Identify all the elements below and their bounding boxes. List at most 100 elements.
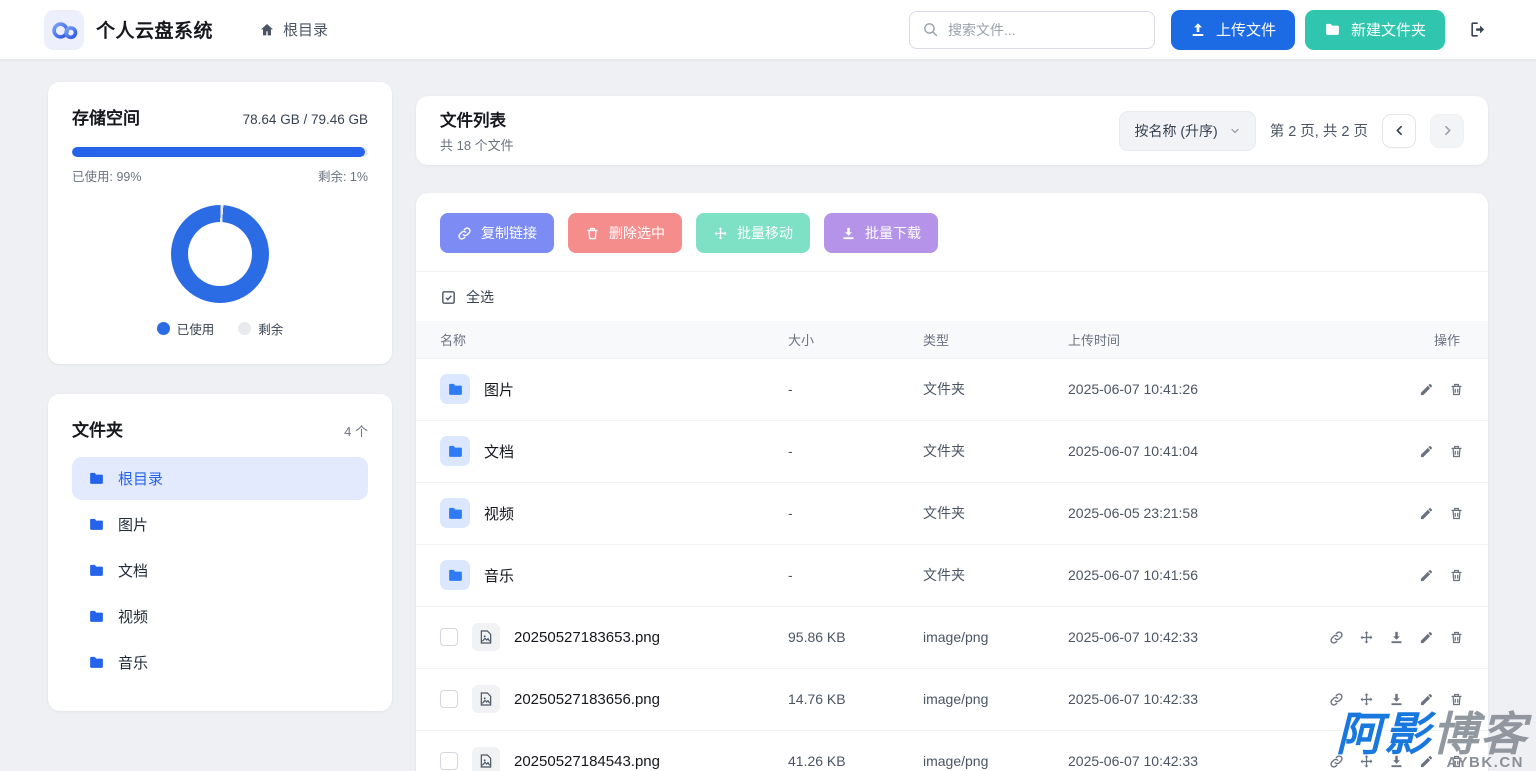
sidebar-folder-item[interactable]: 文档 (72, 549, 368, 592)
file-image-icon (472, 685, 500, 713)
row-checkbox[interactable] (440, 690, 458, 708)
table-row[interactable]: 20250527183653.png 95.86 KB image/png 20… (416, 606, 1488, 668)
file-size: - (788, 420, 923, 482)
folder-icon (440, 436, 470, 466)
sidebar-folder-item[interactable]: 根目录 (72, 457, 368, 500)
file-name[interactable]: 图片 (484, 379, 514, 400)
cloud-logo-icon (44, 10, 84, 50)
sidebar: 存储空间 78.64 GB / 79.46 GB 已使用: 99% 剩余: 1%… (48, 82, 392, 711)
delete-icon[interactable] (1449, 630, 1464, 645)
copy-link-button[interactable]: 复制链接 (440, 213, 554, 253)
new-folder-button[interactable]: 新建文件夹 (1305, 10, 1445, 50)
download-icon[interactable] (1389, 754, 1404, 769)
file-list-card: 复制链接 删除选中 批量移动 (416, 193, 1488, 771)
prev-page-button[interactable] (1382, 114, 1416, 148)
search-box[interactable] (909, 11, 1155, 49)
file-size: - (788, 544, 923, 606)
edit-icon[interactable] (1419, 754, 1434, 769)
select-all-control[interactable]: 全选 (416, 272, 1488, 321)
app-header: 个人云盘系统 根目录 上传文件 新建文件夹 (0, 0, 1536, 60)
delete-icon[interactable] (1449, 692, 1464, 707)
column-header-type: 类型 (923, 321, 1068, 358)
legend-used: 已使用 (157, 319, 215, 338)
delete-icon[interactable] (1449, 754, 1464, 769)
folder-icon (88, 470, 105, 487)
page-title: 文件列表 (440, 107, 514, 131)
storage-progress-fill (72, 147, 365, 157)
file-name[interactable]: 视频 (484, 503, 514, 524)
file-type: 文件夹 (923, 358, 1068, 420)
copy-link-icon[interactable] (1329, 630, 1344, 645)
home-icon (259, 22, 275, 38)
sidebar-folder-item[interactable]: 图片 (72, 503, 368, 546)
app-title: 个人云盘系统 (96, 16, 213, 43)
link-icon (457, 226, 472, 241)
copy-link-icon[interactable] (1329, 754, 1344, 769)
folder-icon (88, 654, 105, 671)
table-row[interactable]: 图片 - 文件夹 2025-06-07 10:41:26 (416, 358, 1488, 420)
table-row[interactable]: 视频 - 文件夹 2025-06-05 23:21:58 (416, 482, 1488, 544)
delete-icon[interactable] (1449, 382, 1464, 397)
delete-icon[interactable] (1449, 506, 1464, 521)
move-icon[interactable] (1359, 630, 1374, 645)
storage-title: 存储空间 (72, 104, 140, 129)
storage-card: 存储空间 78.64 GB / 79.46 GB 已使用: 99% 剩余: 1%… (48, 82, 392, 364)
search-input[interactable] (948, 22, 1142, 38)
upload-button[interactable]: 上传文件 (1171, 10, 1295, 50)
file-time: 2025-06-07 10:41:04 (1068, 420, 1313, 482)
table-row[interactable]: 音乐 - 文件夹 2025-06-07 10:41:56 (416, 544, 1488, 606)
row-checkbox[interactable] (440, 752, 458, 770)
edit-icon[interactable] (1419, 692, 1434, 707)
file-time: 2025-06-07 10:42:33 (1068, 668, 1313, 730)
table-row[interactable]: 20250527183656.png 14.76 KB image/png 20… (416, 668, 1488, 730)
batch-move-button[interactable]: 批量移动 (696, 213, 810, 253)
move-icon[interactable] (1359, 692, 1374, 707)
download-icon[interactable] (1389, 692, 1404, 707)
edit-icon[interactable] (1419, 506, 1434, 521)
file-time: 2025-06-07 10:41:56 (1068, 544, 1313, 606)
copy-link-icon[interactable] (1329, 692, 1344, 707)
folder-icon (440, 498, 470, 528)
file-list-header: 文件列表 共 18 个文件 按名称 (升序) 第 2 页, 共 2 页 (416, 96, 1488, 165)
file-name[interactable]: 文档 (484, 441, 514, 462)
sort-dropdown-label: 按名称 (升序) (1134, 121, 1217, 141)
folder-icon (88, 608, 105, 625)
sort-dropdown[interactable]: 按名称 (升序) (1119, 111, 1255, 151)
logout-button[interactable] (1469, 20, 1488, 39)
download-icon[interactable] (1389, 630, 1404, 645)
checkbox-checked-icon (440, 289, 457, 306)
edit-icon[interactable] (1419, 382, 1434, 397)
file-name[interactable]: 20250527183656.png (514, 691, 660, 708)
file-time: 2025-06-07 10:41:26 (1068, 358, 1313, 420)
batch-download-label: 批量下载 (865, 223, 921, 243)
folder-item-label: 视频 (118, 606, 148, 627)
file-table: 名称 大小 类型 上传时间 操作 图片 - 文件夹 202 (416, 321, 1488, 771)
table-row[interactable]: 20250527184543.png 41.26 KB image/png 20… (416, 730, 1488, 771)
file-name[interactable]: 20250527183653.png (514, 629, 660, 646)
sidebar-folder-item[interactable]: 视频 (72, 595, 368, 638)
file-name[interactable]: 20250527184543.png (514, 753, 660, 770)
delete-icon[interactable] (1449, 568, 1464, 583)
column-header-name: 名称 (416, 321, 788, 358)
move-icon[interactable] (1359, 754, 1374, 769)
brand: 个人云盘系统 (44, 10, 213, 50)
delete-icon[interactable] (1449, 444, 1464, 459)
column-header-size: 大小 (788, 321, 923, 358)
breadcrumb[interactable]: 根目录 (259, 19, 328, 40)
breadcrumb-label: 根目录 (283, 19, 328, 40)
edit-icon[interactable] (1419, 630, 1434, 645)
next-page-button[interactable] (1430, 114, 1464, 148)
sidebar-folder-item[interactable]: 音乐 (72, 641, 368, 684)
file-name[interactable]: 音乐 (484, 565, 514, 586)
file-count-text: 共 18 个文件 (440, 135, 514, 154)
folder-icon (88, 516, 105, 533)
batch-download-button[interactable]: 批量下载 (824, 213, 938, 253)
file-time: 2025-06-07 10:42:33 (1068, 606, 1313, 668)
select-all-label: 全选 (466, 287, 494, 307)
table-row[interactable]: 文档 - 文件夹 2025-06-07 10:41:04 (416, 420, 1488, 482)
edit-icon[interactable] (1419, 568, 1434, 583)
file-size: - (788, 358, 923, 420)
edit-icon[interactable] (1419, 444, 1434, 459)
delete-selected-button[interactable]: 删除选中 (568, 213, 682, 253)
row-checkbox[interactable] (440, 628, 458, 646)
